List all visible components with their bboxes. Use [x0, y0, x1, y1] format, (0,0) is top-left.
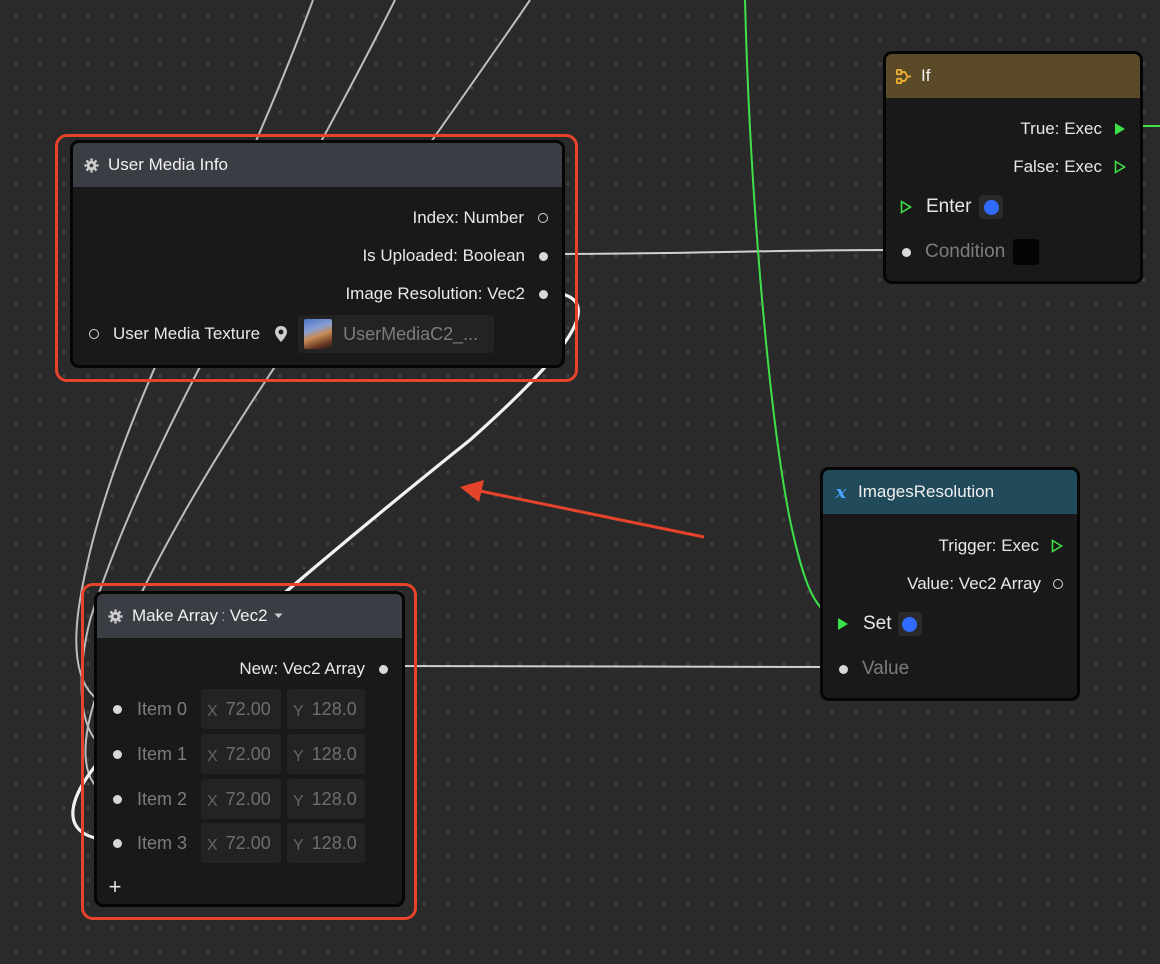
output-row-true: True: Exec — [886, 114, 1140, 144]
enter-value-box[interactable] — [979, 195, 1004, 219]
highlight-make-array — [81, 583, 417, 920]
exec-pin-filled-icon[interactable] — [1114, 122, 1126, 136]
if-node[interactable]: If True: Exec False: Exec Enter Conditio… — [883, 51, 1143, 284]
exec-pin-outline-icon[interactable] — [1051, 539, 1063, 553]
input-label: Enter — [926, 196, 972, 217]
output-pin[interactable] — [1053, 579, 1063, 589]
condition-checkbox[interactable] — [1013, 239, 1040, 265]
output-label: Value: Vec2 Array — [907, 574, 1041, 593]
annotation-arrow-line — [479, 489, 705, 539]
highlight-user-media-info — [55, 134, 578, 382]
input-pin[interactable] — [902, 247, 911, 257]
input-label: Set — [863, 613, 892, 634]
output-row-false: False: Exec — [886, 152, 1140, 182]
output-label: False: Exec — [1013, 157, 1102, 176]
input-label: Value — [862, 658, 910, 679]
set-value-box[interactable] — [897, 612, 922, 636]
output-label: True: Exec — [1020, 119, 1102, 138]
node-title: ImagesResolution — [858, 482, 995, 501]
blue-dot-icon — [983, 199, 999, 215]
images-resolution-node[interactable]: x ImagesResolution Trigger: Exec Value: … — [820, 467, 1080, 701]
exec-pin-filled-icon[interactable] — [837, 617, 849, 631]
wire-condition — [542, 249, 906, 255]
output-row-trigger: Trigger: Exec — [823, 531, 1077, 561]
wire-value — [382, 665, 843, 668]
input-label: Condition — [925, 241, 1006, 262]
images-resolution-header[interactable]: x ImagesResolution — [823, 470, 1077, 514]
exec-pin-outline-icon[interactable] — [1114, 160, 1126, 174]
annotation-arrow-head — [460, 480, 484, 502]
input-row-value: Value — [823, 654, 1077, 684]
output-label: Trigger: Exec — [938, 536, 1039, 555]
input-pin[interactable] — [839, 664, 848, 674]
input-row-condition: Condition — [886, 237, 1140, 267]
variable-x-icon: x — [835, 481, 847, 503]
branch-icon — [896, 68, 912, 84]
if-header[interactable]: If — [886, 54, 1140, 98]
output-row-value: Value: Vec2 Array — [823, 569, 1077, 599]
blue-dot-icon — [902, 616, 918, 632]
exec-pin-outline-icon[interactable] — [900, 200, 912, 214]
input-row-set: Set — [823, 609, 1077, 639]
node-title: If — [921, 66, 931, 85]
input-row-enter: Enter — [886, 192, 1140, 222]
